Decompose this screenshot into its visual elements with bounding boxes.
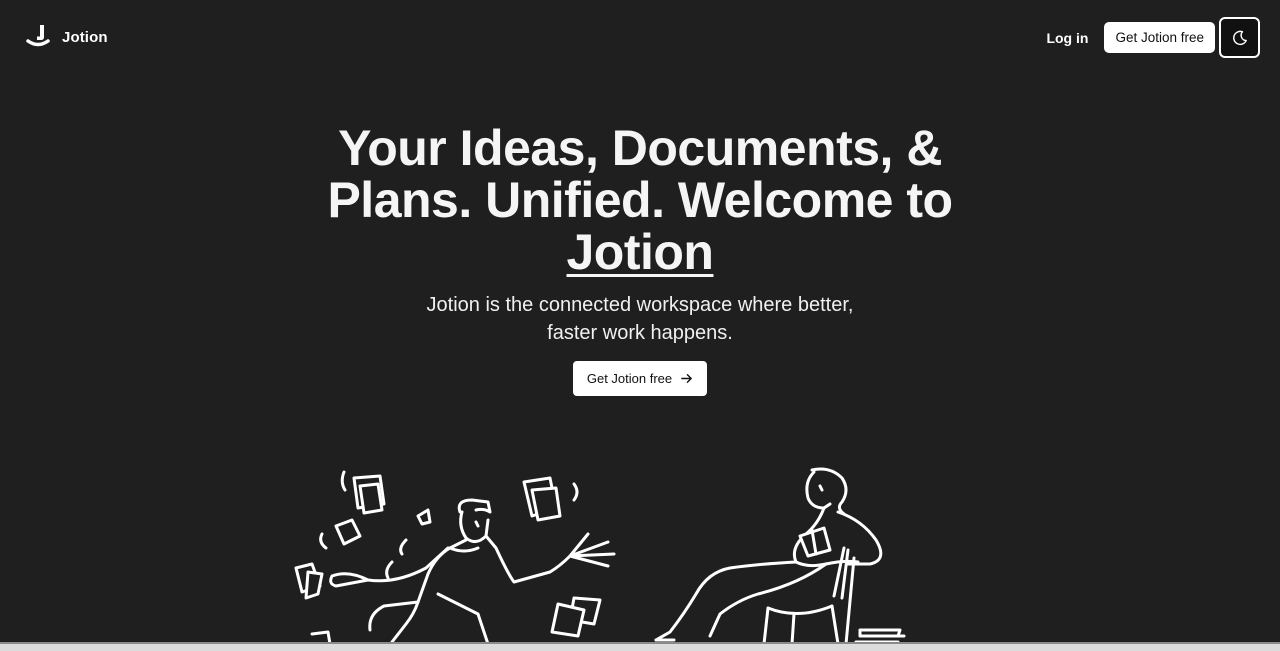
hero-cta-label: Get Jotion free	[586, 371, 673, 386]
hero-title-brand: Jotion	[566, 224, 714, 280]
hero-subtitle: Jotion is the connected workspace where …	[426, 294, 854, 344]
landing-page: Jotion Log in Get Jotion free Your Ideas…	[0, 0, 1280, 651]
login-button[interactable]: Log in	[1046, 30, 1088, 46]
hero-title: Your Ideas, Documents, & Plans. Unified.…	[290, 122, 990, 278]
get-jotion-free-hero-button[interactable]: Get Jotion free	[572, 361, 708, 396]
navbar: Jotion Log in Get Jotion free	[0, 0, 1280, 76]
nav-actions: Log in Get Jotion free	[1046, 17, 1260, 58]
illustration-woman-reading	[654, 467, 906, 644]
get-jotion-free-nav-button[interactable]: Get Jotion free	[1104, 22, 1215, 53]
brand[interactable]: Jotion	[26, 24, 108, 50]
arrow-right-icon	[681, 374, 692, 383]
theme-toggle-button[interactable]	[1219, 17, 1260, 58]
illustration-man-with-papers	[294, 470, 616, 644]
jotion-logo-icon	[26, 25, 50, 47]
hero-title-text: Your Ideas, Documents, & Plans. Unified.…	[327, 120, 953, 228]
moon-icon	[1232, 30, 1247, 45]
bottom-border	[0, 642, 1280, 651]
brand-name: Jotion	[62, 28, 108, 46]
hero-section: Your Ideas, Documents, & Plans. Unified.…	[0, 122, 1280, 396]
